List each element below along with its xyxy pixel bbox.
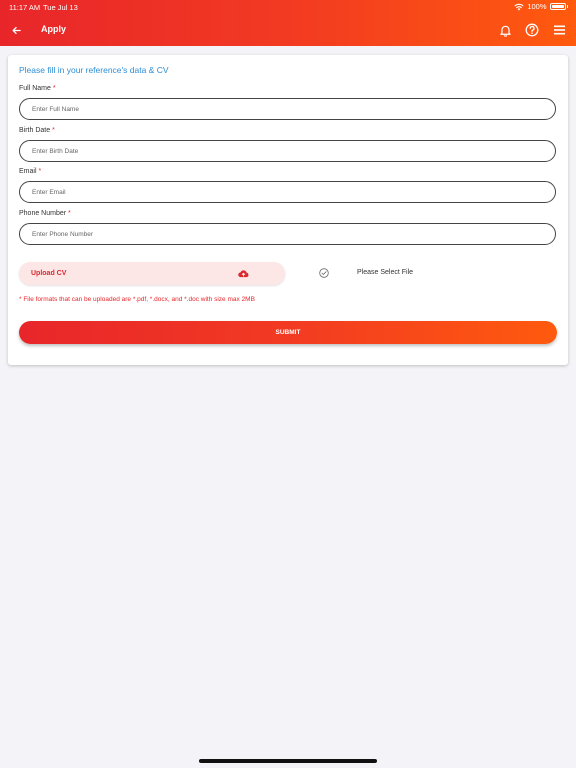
form-heading: Please fill in your reference's data & C… <box>19 65 169 75</box>
upload-cv-label: Upload CV <box>31 270 67 277</box>
upload-cv-button[interactable]: Upload CV <box>19 262 285 285</box>
menu-button[interactable] <box>550 21 568 39</box>
phone-number-input[interactable] <box>19 223 556 245</box>
submit-button[interactable]: SUBMIT <box>19 321 557 344</box>
reference-form-card: Please fill in your reference's data & C… <box>8 55 568 365</box>
header-actions <box>496 21 568 39</box>
back-button[interactable] <box>8 22 24 38</box>
birth-date-label: Birth Date * <box>19 127 55 134</box>
battery-icon <box>549 3 566 10</box>
question-circle-icon <box>525 23 539 37</box>
arrow-left-icon <box>12 26 21 34</box>
status-date: Tue Jul 13 <box>43 3 78 12</box>
notifications-button[interactable] <box>496 21 514 39</box>
status-bar: 11:17 AM Tue Jul 13 100% <box>0 0 576 14</box>
hamburger-menu-icon <box>553 25 565 35</box>
wifi-icon <box>514 3 524 10</box>
nav-bar: Apply <box>0 14 576 46</box>
battery-percent: 100% <box>527 2 547 11</box>
cloud-upload-icon <box>238 270 249 278</box>
check-circle-icon <box>319 268 329 278</box>
home-indicator <box>199 759 377 763</box>
file-format-note: * File formats that can be uploaded are … <box>19 296 255 303</box>
file-status: Please Select File <box>319 268 413 278</box>
file-status-text: Please Select File <box>357 269 414 276</box>
email-input[interactable] <box>19 181 556 203</box>
birth-date-input[interactable] <box>19 140 556 162</box>
full-name-label: Full Name * <box>19 85 56 92</box>
phone-number-label: Phone Number * <box>19 210 71 217</box>
bell-icon <box>499 25 511 37</box>
full-name-input[interactable] <box>19 98 556 120</box>
page-title: Apply <box>41 24 67 34</box>
help-button[interactable] <box>523 21 541 39</box>
app-header: 11:17 AM Tue Jul 13 100% Apply <box>0 0 576 46</box>
status-indicators: 100% <box>514 2 568 11</box>
email-label: Email * <box>19 168 42 175</box>
status-time: 11:17 AM <box>9 3 41 12</box>
